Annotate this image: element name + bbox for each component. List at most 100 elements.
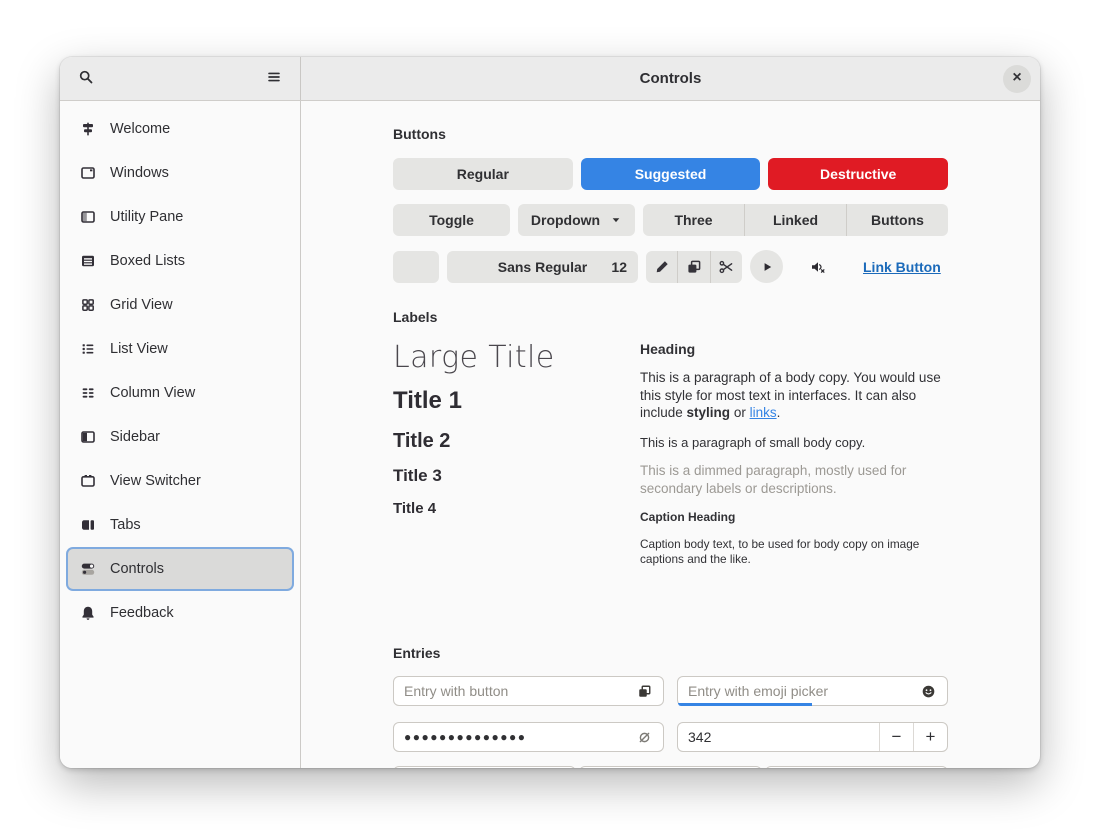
title-1-label: Title 1: [393, 387, 462, 414]
font-button[interactable]: Sans Regular 12: [447, 250, 638, 283]
linked-button-three[interactable]: Three: [643, 204, 744, 236]
titlebar: Controls ×: [60, 57, 1040, 101]
edit-button[interactable]: [646, 251, 677, 283]
entry-with-emoji-input[interactable]: [688, 683, 917, 699]
entry-copy-button[interactable]: [633, 680, 655, 702]
clipped-entry-segment[interactable]: [393, 766, 576, 768]
sidebar-item-feedback[interactable]: Feedback: [66, 591, 294, 635]
cut-button[interactable]: [709, 250, 742, 283]
sidebar-nav: Welcome Windows Utility Pane Boxed Lists…: [66, 107, 294, 635]
entry-with-emoji-picker: [677, 676, 948, 706]
app-window: Controls × Welcome Windows Utility Pane: [60, 57, 1040, 768]
spin-value[interactable]: 342: [678, 729, 879, 745]
column-view-icon: [80, 385, 96, 401]
sidebar-item-tabs[interactable]: Tabs: [66, 503, 294, 547]
view-switcher-icon: [80, 473, 96, 489]
body-copy-paragraph: This is a paragraph of a body copy. You …: [640, 369, 948, 422]
body-copy-text: This is a paragraph of a body copy. You …: [640, 370, 941, 420]
sidebar-item-label: Welcome: [110, 121, 171, 137]
sidebar-item-welcome[interactable]: Welcome: [66, 107, 294, 151]
links-link[interactable]: links: [750, 405, 777, 420]
regular-button[interactable]: Regular: [393, 158, 573, 190]
dropdown-button[interactable]: Dropdown: [518, 204, 635, 236]
volume-muted-icon: [810, 259, 826, 275]
sidebar-item-list-view[interactable]: List View: [66, 327, 294, 371]
sidebar-item-label: Utility Pane: [110, 209, 184, 225]
window-body: Welcome Windows Utility Pane Boxed Lists…: [60, 101, 1040, 768]
body-copy-period: .: [776, 405, 781, 420]
clipped-entry-segment[interactable]: [765, 766, 948, 768]
play-button[interactable]: [750, 250, 783, 283]
buttons-row-3: Sans Regular 12 Link Button: [393, 250, 948, 283]
emoji-smiley-icon: [921, 684, 936, 699]
list-view-icon: [80, 341, 96, 357]
sidebar-panel-icon: [80, 429, 96, 445]
spin-button-entry: 342 − +: [677, 722, 948, 752]
spin-decrement-button[interactable]: −: [879, 723, 913, 751]
sidebar-item-label: Grid View: [110, 297, 173, 313]
sidebar-item-grid-view[interactable]: Grid View: [66, 283, 294, 327]
close-button[interactable]: ×: [1003, 64, 1031, 93]
destructive-button[interactable]: Destructive: [768, 158, 949, 190]
sidebar-item-label: Windows: [110, 165, 169, 181]
link-button[interactable]: Link Button: [863, 259, 941, 275]
body-styles-column: Heading This is a paragraph of a body co…: [640, 341, 948, 631]
main-menu-button[interactable]: [258, 63, 290, 95]
spin-increment-button[interactable]: +: [913, 723, 947, 751]
hamburger-menu-icon: [266, 69, 282, 88]
reveal-password-icon: [637, 730, 652, 745]
caption-body-label: Caption body text, to be used for body c…: [640, 537, 920, 566]
sidebar-item-label: Controls: [110, 561, 164, 577]
clipped-entry-segment[interactable]: [579, 766, 762, 768]
entry-with-button: [393, 676, 664, 706]
sidebar-item-label: Sidebar: [110, 429, 160, 445]
small-body-paragraph: This is a paragraph of small body copy.: [640, 434, 866, 450]
title-styles-column: Large Title Title 1 Title 2 Title 3 Titl…: [393, 341, 640, 631]
suggested-button[interactable]: Suggested: [580, 158, 761, 190]
linked-button-linked[interactable]: Linked: [744, 204, 846, 236]
minus-icon: −: [891, 727, 902, 746]
entry-with-button-input[interactable]: [404, 683, 633, 699]
body-copy-or: or: [730, 405, 750, 420]
styling-bold-text: styling: [686, 405, 731, 420]
password-input[interactable]: [404, 730, 633, 744]
sidebar-item-label: Column View: [110, 385, 196, 401]
labels-columns: Large Title Title 1 Title 2 Title 3 Titl…: [393, 341, 948, 631]
sidebar-item-label: List View: [110, 341, 168, 357]
linked-button-buttons[interactable]: Buttons: [846, 204, 948, 236]
copy-button[interactable]: [677, 250, 709, 283]
sidebar: Welcome Windows Utility Pane Boxed Lists…: [60, 101, 301, 768]
sidebar-item-label: Feedback: [110, 605, 174, 621]
entries-grid: 342 − +: [393, 676, 948, 752]
toggle-button[interactable]: Toggle: [393, 204, 510, 236]
color-button[interactable]: [393, 250, 439, 283]
utility-pane-icon: [80, 209, 96, 225]
sidebar-item-column-view[interactable]: Column View: [66, 371, 294, 415]
labels-section-heading: Labels: [393, 309, 438, 325]
plus-icon: +: [925, 727, 936, 746]
sidebar-item-controls[interactable]: Controls: [66, 547, 294, 591]
large-title-label: Large Title: [393, 340, 555, 375]
grid-view-icon: [80, 297, 96, 313]
caption-heading-label: Caption Heading: [640, 510, 736, 524]
search-button[interactable]: [70, 63, 102, 95]
sidebar-item-boxed-lists[interactable]: Boxed Lists: [66, 239, 294, 283]
demo-heading-label: Heading: [640, 341, 696, 357]
cut-scissors-icon: [718, 259, 734, 275]
sidebar-item-view-switcher[interactable]: View Switcher: [66, 459, 294, 503]
sidebar-item-utility-pane[interactable]: Utility Pane: [66, 195, 294, 239]
volume-muted-button[interactable]: [805, 254, 831, 280]
chevron-down-icon: [610, 214, 622, 226]
sidebar-item-sidebar[interactable]: Sidebar: [66, 415, 294, 459]
emoji-picker-button[interactable]: [917, 680, 939, 702]
buttons-row-1: Regular Suggested Destructive: [393, 158, 949, 190]
boxed-lists-icon: [80, 253, 96, 269]
title-3-label: Title 3: [393, 466, 442, 485]
title-4-label: Title 4: [393, 500, 437, 517]
entries-section-heading: Entries: [393, 645, 441, 661]
main-content: Buttons Regular Suggested Destructive To…: [301, 101, 1040, 768]
dimmed-paragraph: This is a dimmed paragraph, mostly used …: [640, 463, 907, 496]
sidebar-item-label: Tabs: [110, 517, 141, 533]
sidebar-item-windows[interactable]: Windows: [66, 151, 294, 195]
reveal-password-button[interactable]: [633, 726, 655, 748]
